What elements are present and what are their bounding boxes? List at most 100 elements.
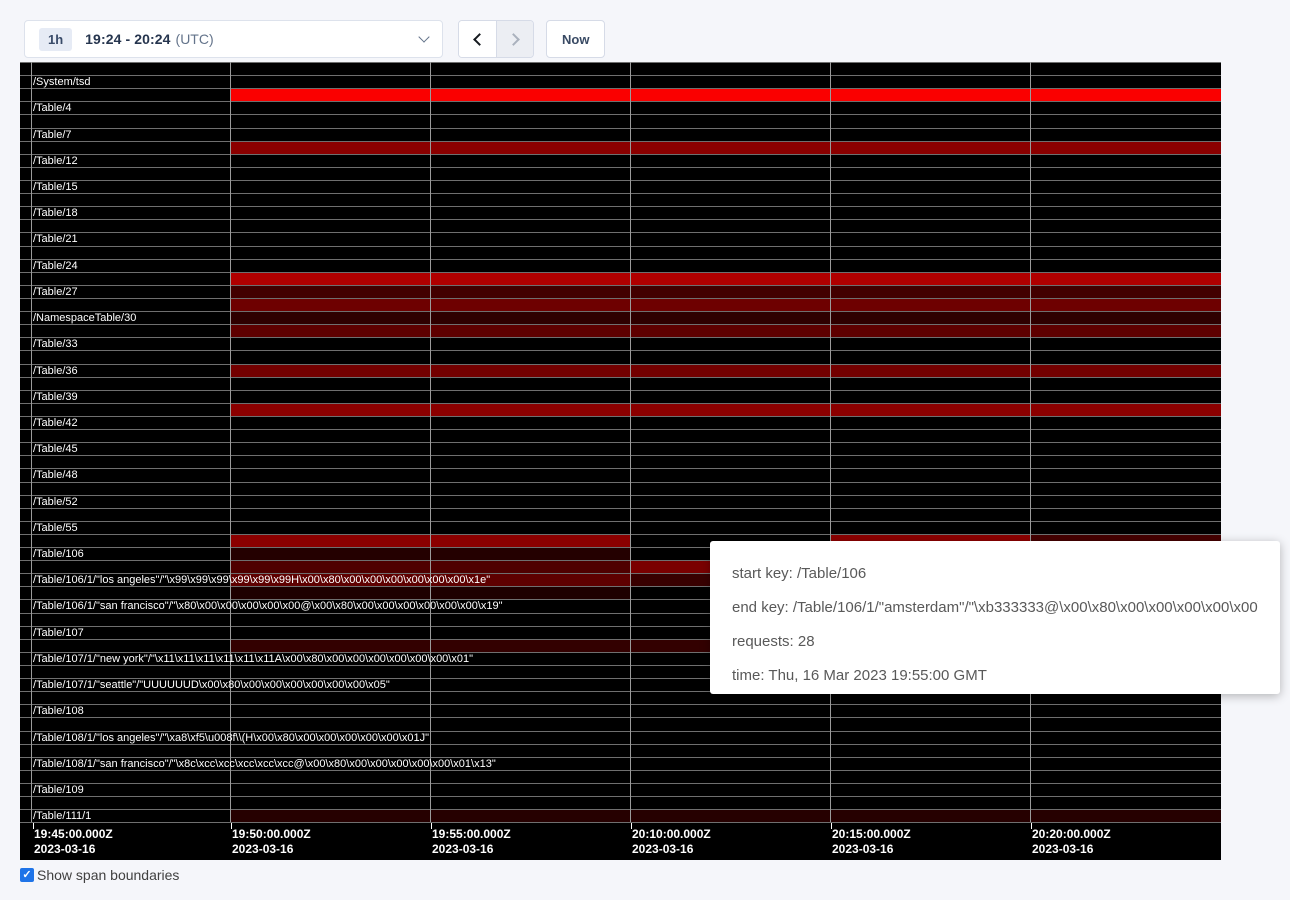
heatmap-row[interactable]: /Table/36 bbox=[20, 364, 1221, 377]
axis-tick-time: 19:55:00.000Z bbox=[432, 827, 511, 842]
heatmap-row[interactable] bbox=[20, 744, 1221, 757]
heatmap-band[interactable] bbox=[230, 404, 1221, 416]
heatmap-row[interactable] bbox=[20, 298, 1221, 311]
heatmap-row[interactable]: /Table/52 bbox=[20, 495, 1221, 508]
heatmap-row[interactable] bbox=[20, 246, 1221, 259]
heatmap-row[interactable] bbox=[20, 717, 1221, 730]
heatmap-band[interactable] bbox=[230, 299, 1221, 311]
heatmap-row[interactable]: /Table/108/1/"san francisco"/"\x8c\xcc\x… bbox=[20, 757, 1221, 770]
span-boundary-label: /Table/108/1/"san francisco"/"\x8c\xcc\x… bbox=[33, 758, 496, 770]
heatmap-row[interactable] bbox=[20, 114, 1221, 127]
heatmap-row[interactable]: /Table/108/1/"los angeles"/"\xa8\xf5\u00… bbox=[20, 731, 1221, 744]
heatmap-row[interactable]: /Table/7 bbox=[20, 128, 1221, 141]
heatmap-row[interactable]: /Table/33 bbox=[20, 337, 1221, 350]
heatmap-band[interactable] bbox=[230, 325, 1221, 337]
axis-tick-label: 20:10:00.000Z2023-03-16 bbox=[632, 827, 711, 857]
time-range-label: 19:24 - 20:24 bbox=[85, 31, 170, 47]
tooltip-end-key: end key: /Table/106/1/"amsterdam"/"\xb33… bbox=[732, 594, 1258, 621]
heatmap-row[interactable] bbox=[20, 141, 1221, 154]
heatmap-row[interactable]: /Table/111/1 bbox=[20, 809, 1221, 822]
heatmap-row[interactable]: /Table/39 bbox=[20, 390, 1221, 403]
heatmap-row[interactable]: /Table/15 bbox=[20, 180, 1221, 193]
heatmap-row[interactable] bbox=[20, 193, 1221, 206]
span-boundary-label: /Table/4 bbox=[33, 102, 72, 114]
heatmap-row[interactable]: /Table/48 bbox=[20, 468, 1221, 481]
time-axis: 19:45:00.000Z2023-03-1619:50:00.000Z2023… bbox=[20, 822, 1221, 860]
span-boundary-label: /NamespaceTable/30 bbox=[33, 312, 136, 324]
heatmap-row[interactable]: /Table/109 bbox=[20, 783, 1221, 796]
chevron-right-icon bbox=[507, 33, 520, 46]
axis-tick-time: 19:50:00.000Z bbox=[232, 827, 311, 842]
axis-tick-label: 20:20:00.000Z2023-03-16 bbox=[1032, 827, 1111, 857]
heatmap-row[interactable] bbox=[20, 62, 1221, 75]
heatmap-band[interactable] bbox=[230, 312, 1221, 324]
axis-tick-time: 20:15:00.000Z bbox=[832, 827, 911, 842]
axis-tick-time: 19:45:00.000Z bbox=[34, 827, 113, 842]
heatmap-band[interactable] bbox=[230, 810, 1221, 822]
heatmap-band[interactable] bbox=[230, 365, 1221, 377]
axis-tick-date: 2023-03-16 bbox=[632, 842, 711, 857]
axis-tick-label: 19:55:00.000Z2023-03-16 bbox=[432, 827, 511, 857]
heatmap-band[interactable] bbox=[230, 286, 1221, 298]
span-boundary-label: /System/tsd bbox=[33, 76, 90, 88]
show-span-boundaries-toggle[interactable]: ✓ Show span boundaries bbox=[20, 867, 179, 883]
span-boundary-label: /Table/15 bbox=[33, 181, 78, 193]
heatmap-band[interactable] bbox=[230, 142, 1221, 154]
heatmap-row[interactable] bbox=[20, 88, 1221, 101]
now-button[interactable]: Now bbox=[546, 20, 605, 58]
heatmap-row[interactable] bbox=[20, 377, 1221, 390]
next-time-button-disabled[interactable] bbox=[496, 21, 533, 57]
chevron-left-icon bbox=[473, 33, 486, 46]
span-boundary-label: /Table/107/1/"seattle"/"UUUUUUD\x00\x80\… bbox=[33, 679, 390, 691]
heatmap-row[interactable] bbox=[20, 455, 1221, 468]
axis-tick-time: 20:20:00.000Z bbox=[1032, 827, 1111, 842]
heatmap-row[interactable]: /System/tsd bbox=[20, 75, 1221, 88]
heatmap-row[interactable] bbox=[20, 272, 1221, 285]
prev-time-button[interactable] bbox=[459, 21, 496, 57]
heatmap-row[interactable] bbox=[20, 796, 1221, 809]
heatmap-band[interactable] bbox=[230, 273, 1221, 285]
span-boundary-label: /Table/106 bbox=[33, 548, 84, 560]
span-boundary-label: /Table/48 bbox=[33, 469, 78, 481]
heatmap-row[interactable]: /Table/45 bbox=[20, 442, 1221, 455]
heatmap-row[interactable]: /NamespaceTable/30 bbox=[20, 311, 1221, 324]
tooltip-start-key: start key: /Table/106 bbox=[732, 560, 1258, 587]
heatmap-row[interactable]: /Table/12 bbox=[20, 154, 1221, 167]
heatmap-row[interactable]: /Table/108 bbox=[20, 704, 1221, 717]
toolbar: 1h 19:24 - 20:24 (UTC) Now bbox=[24, 20, 644, 58]
check-mark-icon: ✓ bbox=[22, 868, 31, 882]
heatmap-row[interactable] bbox=[20, 403, 1221, 416]
heatmap-row[interactable] bbox=[20, 508, 1221, 521]
time-range-selector[interactable]: 1h 19:24 - 20:24 (UTC) bbox=[24, 20, 443, 58]
heatmap-row[interactable] bbox=[20, 167, 1221, 180]
key-visualizer-canvas[interactable]: /System/tsd/Table/4/Table/7/Table/12/Tab… bbox=[20, 62, 1221, 860]
heatmap-row[interactable]: /Table/27 bbox=[20, 285, 1221, 298]
axis-tick-date: 2023-03-16 bbox=[34, 842, 113, 857]
span-boundary-label: /Table/42 bbox=[33, 417, 78, 429]
heatmap-row[interactable] bbox=[20, 482, 1221, 495]
axis-tick-date: 2023-03-16 bbox=[1032, 842, 1111, 857]
heatmap-row[interactable]: /Table/24 bbox=[20, 259, 1221, 272]
heatmap-row[interactable]: /Table/55 bbox=[20, 521, 1221, 534]
checkbox-checked-icon[interactable]: ✓ bbox=[20, 868, 34, 882]
heatmap-row[interactable] bbox=[20, 324, 1221, 337]
span-boundary-label: /Table/109 bbox=[33, 784, 84, 796]
span-boundary-label: /Table/24 bbox=[33, 260, 78, 272]
heatmap-row[interactable]: /Table/21 bbox=[20, 232, 1221, 245]
heatmap-row[interactable]: /Table/42 bbox=[20, 416, 1221, 429]
heatmap-row[interactable] bbox=[20, 350, 1221, 363]
heatmap-row[interactable]: /Table/4 bbox=[20, 101, 1221, 114]
heatmap-rows: /System/tsd/Table/4/Table/7/Table/12/Tab… bbox=[20, 62, 1221, 822]
heatmap-row[interactable] bbox=[20, 429, 1221, 442]
heatmap-row[interactable]: /Table/18 bbox=[20, 206, 1221, 219]
time-nav-group bbox=[458, 20, 534, 58]
key-visualizer-page: { "toolbar": { "preset": "1h", "range": … bbox=[0, 0, 1290, 900]
heatmap-band[interactable] bbox=[230, 89, 1221, 101]
span-boundary-label: /Table/45 bbox=[33, 443, 78, 455]
chevron-down-icon bbox=[420, 37, 428, 41]
heatmap-row[interactable] bbox=[20, 219, 1221, 232]
span-boundary-label: /Table/52 bbox=[33, 496, 78, 508]
heatmap-row[interactable] bbox=[20, 770, 1221, 783]
column-boundary-line bbox=[31, 62, 32, 822]
column-boundary-line bbox=[430, 62, 431, 822]
